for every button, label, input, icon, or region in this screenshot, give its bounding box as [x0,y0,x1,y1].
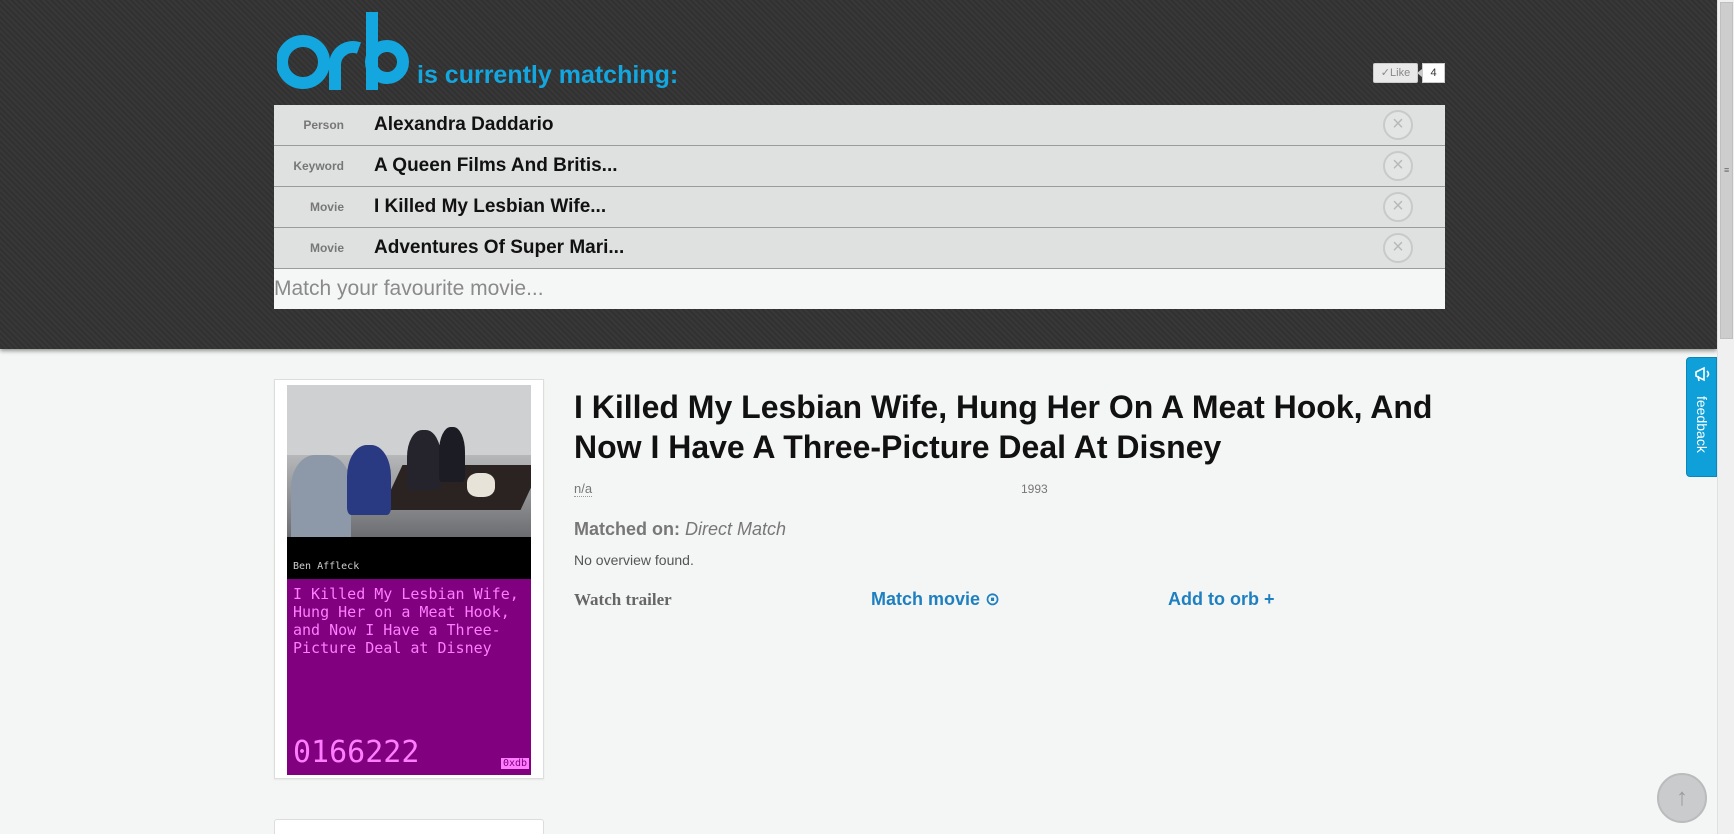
tagline: is currently matching: [417,61,679,89]
next-card [274,819,544,834]
match-value[interactable]: I Killed My Lesbian Wife... [374,187,606,227]
match-type: Person [303,118,344,132]
like-count: 4 [1417,63,1445,83]
match-type: Movie [309,241,344,255]
scrollbar[interactable]: ≡ [1717,0,1734,834]
feedback-label: feedback [1694,396,1710,453]
movie-year: 1993 [1021,482,1048,496]
top-header: is currently matching: ✓Like 4 Person Al… [0,0,1717,349]
arrow-up-icon: ↑ [1676,784,1688,811]
match-movie-button[interactable]: Match movie ⊙ [871,589,1000,610]
photo-person [467,473,495,497]
matched-on-label: Matched on: [574,519,680,539]
watch-trailer-button[interactable]: Watch trailer ⃞ [574,590,689,610]
movie-title: I Killed My Lesbian Wife, Hung Her On A … [574,389,1433,465]
orb-logo[interactable] [277,12,411,90]
match-row: Movie Adventures Of Super Mari... × [274,228,1445,269]
scrollbar-thumb[interactable]: ≡ [1720,2,1733,339]
match-row: Keyword A Queen Films And Britis... × [274,146,1445,187]
search-input[interactable] [274,269,1445,309]
feedback-tab[interactable]: feedback [1686,357,1717,477]
movie-rating[interactable]: n/a [574,481,593,497]
add-to-orb-button[interactable]: Add to orb + [1168,589,1275,610]
match-type: Movie [309,200,344,214]
remove-icon[interactable]: × [1383,151,1413,181]
poster-id: 0166222 [293,735,420,770]
poster-title: I Killed My Lesbian Wife, Hung Her on a … [293,585,519,657]
photo-person [291,455,351,537]
matched-on: Matched on: Direct Match [574,519,786,540]
remove-icon[interactable]: × [1383,233,1413,263]
remove-icon[interactable]: × [1383,110,1413,140]
photo-person [347,445,391,515]
poster-photo [287,385,531,537]
photo-person [407,430,441,490]
match-value[interactable]: Adventures Of Super Mari... [374,228,624,268]
movie-overview: No overview found. [574,552,694,568]
remove-icon[interactable]: × [1383,192,1413,222]
match-list: Person Alexandra Daddario × Keyword A Qu… [274,105,1445,269]
back-to-top-button[interactable]: ↑ [1657,773,1707,823]
match-value[interactable]: A Queen Films And Britis... [374,146,618,186]
match-row: Person Alexandra Daddario × [274,105,1445,146]
photo-person [439,427,465,482]
like-button[interactable]: ✓Like [1373,63,1418,83]
match-row: Movie I Killed My Lesbian Wife... × [274,187,1445,228]
matched-on-value: Direct Match [685,519,787,539]
poster-actor: Ben Affleck [293,561,360,572]
megaphone-icon [1695,366,1710,382]
poster-band [287,537,531,579]
match-value[interactable]: Alexandra Daddario [374,105,554,145]
grip-icon: ≡ [1724,165,1730,175]
match-type: Keyword [293,159,344,173]
poster-card: Ben Affleck I Killed My Lesbian Wife, Hu… [274,379,544,779]
movie-poster[interactable]: Ben Affleck I Killed My Lesbian Wife, Hu… [287,385,531,775]
poster-brand: 0xdb [501,758,530,769]
